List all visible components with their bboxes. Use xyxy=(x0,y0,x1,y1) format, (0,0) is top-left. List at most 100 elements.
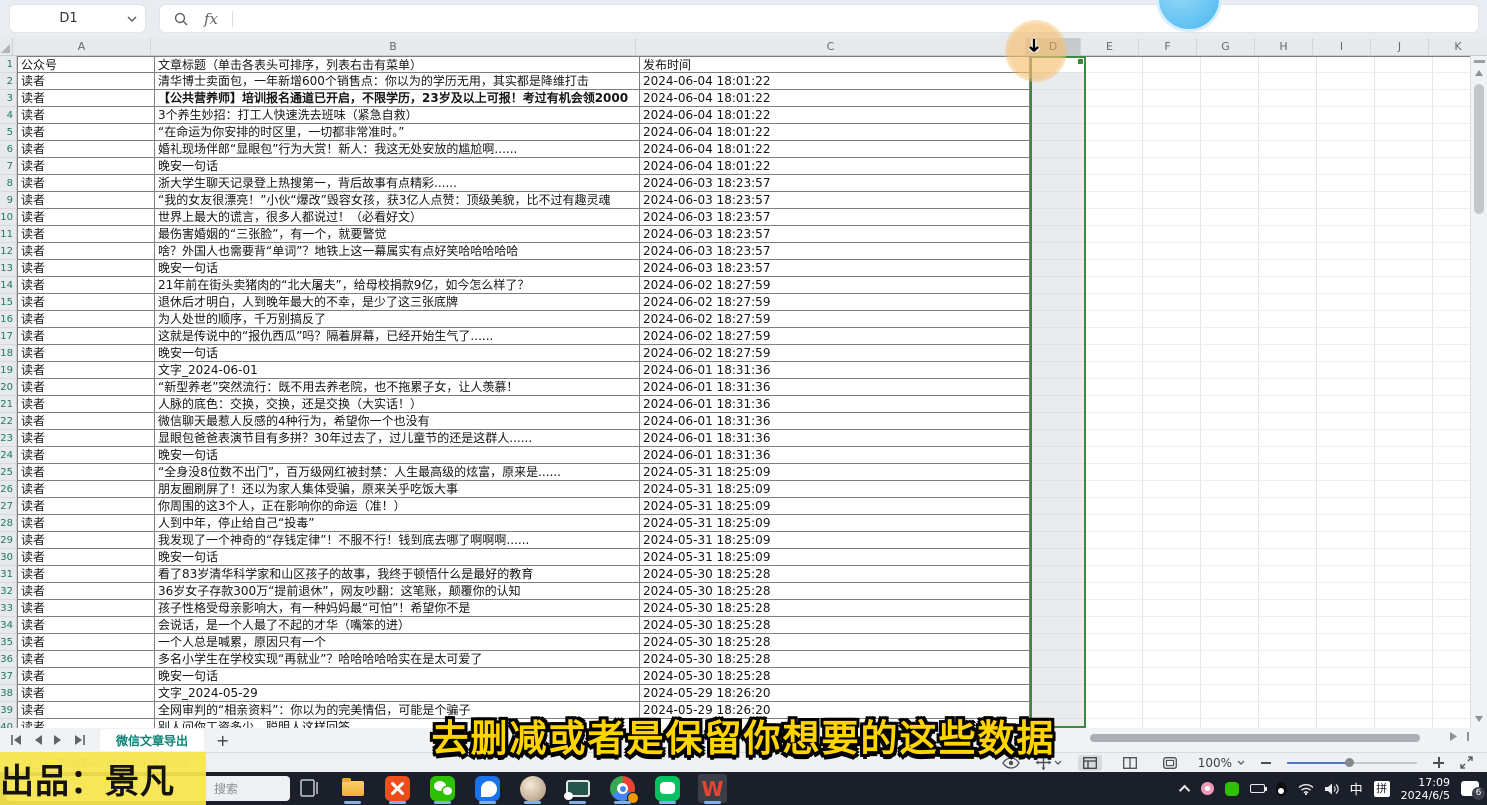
cell-selected-column[interactable] xyxy=(1030,175,1085,192)
cell-empty[interactable] xyxy=(1085,226,1487,243)
row-header-13[interactable]: 13 xyxy=(0,260,17,277)
cell-account[interactable]: 读者 xyxy=(17,685,155,702)
row-header-30[interactable]: 30 xyxy=(0,549,17,566)
cell-selected-column[interactable] xyxy=(1030,209,1085,226)
cell-title[interactable]: 人脉的底色：交换，交换，还是交换（大实话！） xyxy=(155,396,640,413)
row-header-3[interactable]: 3 xyxy=(0,90,17,107)
vertical-scrollbar-thumb[interactable] xyxy=(1474,84,1484,214)
battery-icon[interactable] xyxy=(1250,784,1265,793)
row-header-21[interactable]: 21 xyxy=(0,396,17,413)
cell-account[interactable]: 读者 xyxy=(17,124,155,141)
cell-account[interactable]: 读者 xyxy=(17,498,155,515)
cell-account[interactable]: 读者 xyxy=(17,583,155,600)
cell-empty[interactable] xyxy=(1085,328,1487,345)
row-header-35[interactable]: 35 xyxy=(0,634,17,651)
row-header-12[interactable]: 12 xyxy=(0,243,17,260)
cell-publish-time[interactable]: 2024-05-30 18:25:28 xyxy=(640,634,1030,651)
scroll-right-icon[interactable] xyxy=(1450,732,1457,741)
cell-title[interactable]: 为人处世的顺序，千万别搞反了 xyxy=(155,311,640,328)
cell-account[interactable]: 读者 xyxy=(17,73,155,90)
cell-selected-column[interactable] xyxy=(1030,685,1085,702)
scroll-down-icon[interactable] xyxy=(1475,716,1483,722)
taskbar-clock[interactable]: 17:09 2024/6/5 xyxy=(1401,776,1450,802)
cell-publish-time[interactable]: 2024-06-03 18:23:57 xyxy=(640,260,1030,277)
sheet-tab-active[interactable]: 微信文章导出 xyxy=(100,729,204,751)
cell-account[interactable]: 读者 xyxy=(17,294,155,311)
taskbar-app-wps[interactable]: W xyxy=(698,774,727,803)
cell-empty[interactable] xyxy=(1085,481,1487,498)
cell-title[interactable]: 晚安一句话 xyxy=(155,447,640,464)
cell-account[interactable]: 读者 xyxy=(17,566,155,583)
cell-publish-time[interactable]: 2024-06-01 18:31:36 xyxy=(640,413,1030,430)
cell-selected-column[interactable] xyxy=(1030,396,1085,413)
cell-account[interactable]: 读者 xyxy=(17,396,155,413)
cell-account[interactable]: 读者 xyxy=(17,634,155,651)
ime-language-indicator[interactable]: 中 xyxy=(1350,779,1363,798)
cell-publish-time[interactable]: 2024-06-03 18:23:57 xyxy=(640,226,1030,243)
row-header-24[interactable]: 24 xyxy=(0,447,17,464)
row-header-16[interactable]: 16 xyxy=(0,311,17,328)
flower-tray-icon[interactable] xyxy=(1201,782,1214,795)
cell-title[interactable]: 晚安一句话 xyxy=(155,345,640,362)
cell-publish-time[interactable]: 2024-06-04 18:01:22 xyxy=(640,90,1030,107)
row-header-10[interactable]: 10 xyxy=(0,209,17,226)
cell-publish-time[interactable]: 2024-06-04 18:01:22 xyxy=(640,124,1030,141)
formula-bar[interactable]: fx xyxy=(160,5,1478,32)
row-header-9[interactable]: 9 xyxy=(0,192,17,209)
column-header-F[interactable]: F xyxy=(1139,38,1197,55)
cell-publish-time[interactable]: 2024-06-04 18:01:22 xyxy=(640,141,1030,158)
cell-empty[interactable] xyxy=(1085,243,1487,260)
chevron-down-icon[interactable] xyxy=(1237,760,1245,765)
cell-publish-time[interactable]: 2024-05-30 18:25:28 xyxy=(640,668,1030,685)
cell-publish-time[interactable]: 发布时间 xyxy=(640,56,1030,73)
cell-selected-column[interactable] xyxy=(1030,447,1085,464)
row-header-20[interactable]: 20 xyxy=(0,379,17,396)
cell-empty[interactable] xyxy=(1085,260,1487,277)
name-box[interactable]: D1 xyxy=(10,5,145,32)
cell-title[interactable]: “在命运为你安排的时区里，一切都非常准时。” xyxy=(155,124,640,141)
cell-title[interactable]: 文章标题（单击各表头可排序，列表右击有菜单） xyxy=(155,56,640,73)
cell-account[interactable]: 读者 xyxy=(17,413,155,430)
row-header-38[interactable]: 38 xyxy=(0,685,17,702)
cell-selected-column[interactable] xyxy=(1030,141,1085,158)
spreadsheet-grid[interactable]: 1公众号文章标题（单击各表头可排序，列表右击有菜单）发布时间2读者清华博士卖面包… xyxy=(0,56,1487,728)
cell-selected-column[interactable] xyxy=(1030,90,1085,107)
cell-account[interactable]: 读者 xyxy=(17,141,155,158)
cell-title[interactable]: 人到中年，停止给自己“投毒” xyxy=(155,515,640,532)
cell-account[interactable]: 读者 xyxy=(17,549,155,566)
cell-empty[interactable] xyxy=(1085,379,1487,396)
cell-empty[interactable] xyxy=(1085,277,1487,294)
cell-empty[interactable] xyxy=(1085,651,1487,668)
next-sheet-icon[interactable] xyxy=(54,735,62,745)
row-header-36[interactable]: 36 xyxy=(0,651,17,668)
row-header-14[interactable]: 14 xyxy=(0,277,17,294)
cell-empty[interactable] xyxy=(1085,583,1487,600)
cell-publish-time[interactable]: 2024-06-04 18:01:22 xyxy=(640,158,1030,175)
cell-publish-time[interactable]: 2024-06-01 18:31:36 xyxy=(640,362,1030,379)
task-view-icon[interactable] xyxy=(300,779,320,797)
wifi-icon[interactable] xyxy=(1298,783,1314,795)
row-header-15[interactable]: 15 xyxy=(0,294,17,311)
cell-publish-time[interactable]: 2024-05-29 18:26:20 xyxy=(640,685,1030,702)
row-header-33[interactable]: 33 xyxy=(0,600,17,617)
cell-selected-column[interactable] xyxy=(1030,515,1085,532)
cell-publish-time[interactable]: 2024-06-02 18:27:59 xyxy=(640,277,1030,294)
cell-empty[interactable] xyxy=(1085,158,1487,175)
cell-empty[interactable] xyxy=(1085,464,1487,481)
cell-publish-time[interactable]: 2024-06-04 18:01:22 xyxy=(640,73,1030,90)
volume-icon[interactable] xyxy=(1325,783,1339,795)
zoom-level[interactable]: 100% xyxy=(1198,756,1232,770)
cell-publish-time[interactable]: 2024-06-03 18:23:57 xyxy=(640,175,1030,192)
taskbar-app-file-explorer[interactable] xyxy=(338,774,367,803)
cell-selected-column[interactable] xyxy=(1030,481,1085,498)
row-header-8[interactable]: 8 xyxy=(0,175,17,192)
cell-account[interactable]: 读者 xyxy=(17,379,155,396)
cell-title[interactable]: 你周围的这3个人，正在影响你的命运（准！） xyxy=(155,498,640,515)
cell-publish-time[interactable]: 2024-05-31 18:25:09 xyxy=(640,481,1030,498)
vertical-scrollbar[interactable] xyxy=(1470,56,1487,728)
chevron-down-icon[interactable] xyxy=(127,16,137,22)
cell-selected-column[interactable] xyxy=(1030,277,1085,294)
cell-empty[interactable] xyxy=(1085,396,1487,413)
row-header-39[interactable]: 39 xyxy=(0,702,17,719)
cell-title[interactable]: 会说话，是一个人最了不起的才华（嘴笨的进） xyxy=(155,617,640,634)
